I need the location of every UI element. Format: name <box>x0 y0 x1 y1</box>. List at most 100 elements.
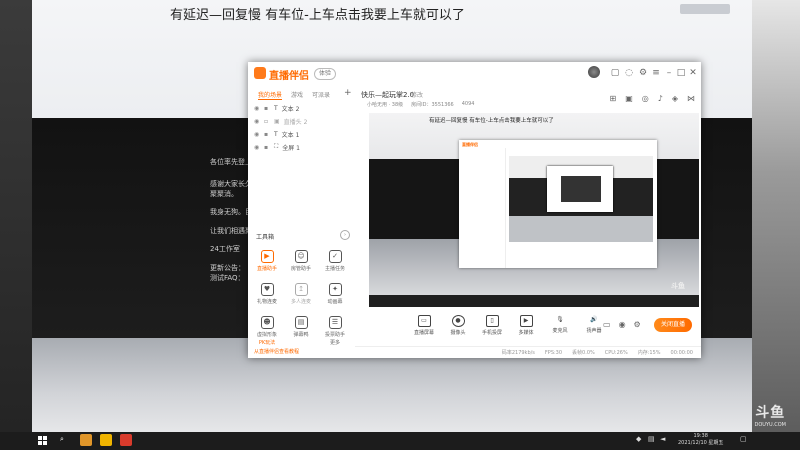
clock-time: 19:38 <box>693 433 708 439</box>
lock-icon[interactable]: ▫ <box>264 118 270 125</box>
button-label: 手机投屏 <box>481 330 502 336</box>
streamer-level: 小哈无用 · 38级 <box>367 102 404 108</box>
play-icon: ▶ <box>519 315 533 327</box>
eye-icon[interactable]: ◉ <box>254 131 260 138</box>
gift-icon: ♥ <box>260 283 274 296</box>
douyu-watermark: 斗鱼 DOUYU.COM <box>755 402 787 428</box>
close-icon[interactable]: ✕ <box>688 67 698 79</box>
add-scene-button[interactable]: + <box>344 88 352 98</box>
tool-label: 直播助手 <box>256 266 277 272</box>
overlay-line: 感谢大家长久 <box>210 180 252 188</box>
toolbox-more-button[interactable]: › <box>340 230 350 240</box>
network-icon[interactable]: ▤ <box>648 435 655 443</box>
bell-icon[interactable]: ♪ <box>658 94 663 103</box>
tutorial-tip[interactable]: 从直播伴侣查看教程 <box>254 348 299 355</box>
screen-capture-button[interactable]: ▭ 直播屏幕 <box>411 315 437 336</box>
overlay-line: 聚聚消。 <box>210 190 238 198</box>
fps: FPS:30 <box>544 350 563 356</box>
tool-item[interactable]: ☺ 房管助手 <box>284 250 318 272</box>
live-settings-icon[interactable]: ⚙ <box>634 320 641 329</box>
microphone-button[interactable]: 🎙 麦克风 <box>547 315 573 336</box>
clock-date: 2021/12/10 星期五 <box>678 440 724 446</box>
feedback-icon[interactable]: ◌ <box>624 67 634 79</box>
lock-icon[interactable]: ▪ <box>264 105 270 112</box>
preview-title: 有延迟—回复慢 有车位-上车点击我要上车就可以了 <box>429 118 554 124</box>
live-controls: ▭ ◉ ⚙ <box>603 320 641 329</box>
minimize-icon[interactable]: – <box>664 67 674 79</box>
tool-item[interactable]: ✓ 主播任务 <box>318 250 352 272</box>
source-item[interactable]: ◉ ▪ T 文本 2 <box>254 102 299 114</box>
monitor-icon: ▭ <box>417 315 431 327</box>
version-badge[interactable]: 体验 <box>314 68 337 80</box>
tool-item[interactable]: ↥ 多人连麦 <box>284 283 318 305</box>
overlay-line: 各位率先登上 <box>210 158 252 166</box>
multi-mic-icon: ↥ <box>294 283 308 296</box>
eye-icon[interactable]: ◉ <box>254 118 260 125</box>
menu-icon[interactable]: ≡ <box>651 67 661 79</box>
main-toolbar: ⊞ ▣ ◎ ♪ ◈ ⋈ <box>609 94 695 103</box>
memory-usage: 内存:15% <box>637 350 661 356</box>
stream-title: 有延迟—回复慢 有车位-上车点击我要上车就可以了 <box>170 8 465 23</box>
share-icon[interactable]: ⋈ <box>687 94 695 103</box>
system-clock[interactable]: 19:38 2021/12/10 星期五 <box>678 433 723 447</box>
search-icon[interactable]: ⌕ <box>60 435 64 444</box>
message-icon[interactable]: ▢ <box>610 67 620 79</box>
lock-icon[interactable]: ▪ <box>264 131 270 138</box>
stop-live-button[interactable]: 关闭直播 <box>654 318 692 332</box>
settings-icon[interactable]: ⚙ <box>638 67 648 79</box>
tool-label: 礼物连麦 <box>256 299 277 305</box>
gift-box-icon[interactable]: ⊞ <box>609 94 616 103</box>
source-item[interactable]: ◉ ▫ ▣ 直播头 2 <box>254 115 307 127</box>
visibility-icon[interactable]: ◉ <box>619 320 626 329</box>
avatar-icon: ☻ <box>260 316 274 329</box>
stream-preview[interactable]: 有延迟—回复慢 有车位-上车点击我要上车就可以了 直播伴侣 斗鱼 <box>369 113 699 307</box>
tool-item[interactable]: ✦ 动画幕 <box>318 283 352 305</box>
eye-icon[interactable]: ◉ <box>254 144 260 151</box>
tool-item[interactable]: 更多 <box>318 339 352 347</box>
animation-icon: ✦ <box>328 283 342 296</box>
shield-tray-icon[interactable]: ◆ <box>636 435 641 443</box>
eye-icon[interactable]: ◉ <box>254 105 260 112</box>
tool-item[interactable]: PK玩法 <box>250 339 284 347</box>
tab-recordable[interactable]: 可派录 <box>312 90 330 100</box>
title-bar: 直播伴侣 体验 ▢ ◌ ⚙ ≡ – □ ✕ <box>248 62 701 85</box>
preview-taskbar <box>369 295 699 307</box>
user-avatar[interactable] <box>588 66 600 78</box>
video-icon[interactable]: ▭ <box>603 320 611 329</box>
source-item[interactable]: ◉ ▪ ⛶ 全屏 1 <box>254 141 300 153</box>
camera-icon: ● <box>451 315 465 327</box>
media-button[interactable]: ▶ 多媒体 <box>513 315 539 336</box>
taskbar-app-icon[interactable] <box>120 434 132 446</box>
tool-item[interactable]: ▤ 弹幕鸭 <box>284 316 318 338</box>
taskbar-app-icon[interactable] <box>100 434 112 446</box>
notification-icon[interactable]: ▢ <box>740 435 747 443</box>
record-icon[interactable]: ◎ <box>642 94 649 103</box>
source-label: 文本 1 <box>281 131 300 139</box>
edit-room-link[interactable]: 修改 <box>411 90 423 99</box>
tool-label: 主播任务 <box>324 266 345 272</box>
lock-icon[interactable]: ▪ <box>264 144 270 151</box>
button-label: 摄像头 <box>450 330 466 336</box>
shield-icon[interactable]: ◈ <box>672 94 678 103</box>
tab-game[interactable]: 游戏 <box>291 90 303 100</box>
camera-source-icon: ▣ <box>274 117 280 125</box>
windows-start-icon[interactable] <box>38 436 48 446</box>
tool-item[interactable]: ▶ 直播助手 <box>250 250 284 272</box>
volume-icon[interactable]: ◄ <box>660 435 665 443</box>
tool-item[interactable]: ☻ 虚拟形象 <box>250 316 284 338</box>
lock-room-icon[interactable]: ▣ <box>625 94 633 103</box>
scene-tabs: 我的场景 游戏 可派录 <box>258 90 330 100</box>
source-label: 文本 2 <box>281 105 300 113</box>
taskbar-app-icon[interactable] <box>80 434 92 446</box>
source-item[interactable]: ◉ ▪ T 文本 1 <box>254 128 299 140</box>
tool-item[interactable]: ♥ 礼物连麦 <box>250 283 284 305</box>
tool-item[interactable]: ☰ 投票助手 <box>318 316 352 338</box>
tab-my-scenes[interactable]: 我的场景 <box>258 90 283 100</box>
phone-cast-button[interactable]: ▯ 手机投屏 <box>479 315 505 336</box>
tool-label: 投票助手 <box>324 332 345 338</box>
fullscreen-source-icon: ⛶ <box>274 143 279 150</box>
maximize-icon[interactable]: □ <box>676 67 686 79</box>
watermark-url: DOUYU.COM <box>754 422 787 428</box>
camera-button[interactable]: ● 摄像头 <box>445 315 471 336</box>
frame-drop: 丢帧0.0% <box>572 350 595 356</box>
